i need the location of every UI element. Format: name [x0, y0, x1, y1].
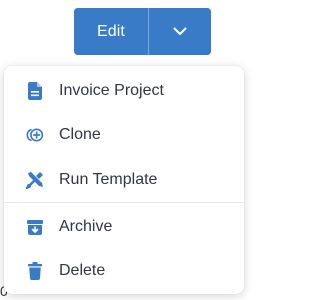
menu-item-label: Clone	[59, 126, 101, 143]
archive-icon	[26, 218, 44, 236]
menu-item-label: Invoice Project	[59, 82, 164, 99]
menu-item-label: Run Template	[59, 171, 158, 188]
menu-divider	[4, 202, 244, 203]
document-icon	[26, 82, 44, 100]
menu-item-invoice-project[interactable]: Invoice Project	[4, 70, 244, 112]
menu-item-archive[interactable]: Archive	[4, 206, 244, 248]
menu-item-label: Delete	[59, 262, 106, 279]
tools-icon	[26, 171, 44, 189]
menu-item-label: Archive	[59, 218, 113, 235]
trash-icon	[26, 262, 44, 280]
menu-item-clone[interactable]: Clone	[4, 114, 244, 156]
edit-button[interactable]: Edit	[74, 8, 148, 55]
actions-dropdown-menu: Invoice Project Clone Run Template Archi…	[4, 66, 244, 294]
page: 0 Edit Invoice Project Clone Run Templat…	[0, 0, 248, 300]
dropdown-toggle-button[interactable]	[149, 8, 211, 55]
chevron-down-icon	[173, 27, 187, 35]
menu-item-run-template[interactable]: Run Template	[4, 159, 244, 201]
edit-split-button: Edit	[74, 8, 211, 55]
clone-icon	[26, 126, 44, 144]
menu-item-delete[interactable]: Delete	[4, 250, 244, 292]
